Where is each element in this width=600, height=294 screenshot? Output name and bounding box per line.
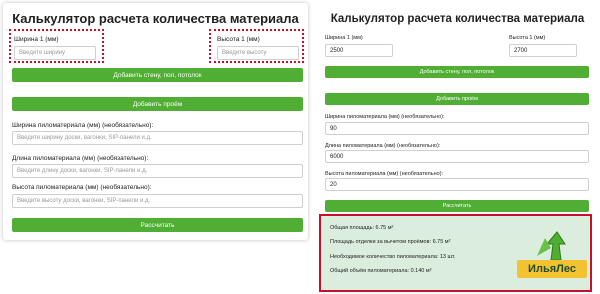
add-opening-button[interactable]: Добавить проём: [325, 93, 589, 105]
add-wall-button[interactable]: Добавить стену, пол, потолок: [325, 66, 589, 78]
width-label: Ширина 1 (мм): [325, 35, 363, 41]
results-panel: Общая площадь: 6.75 м² Площадь отделки з…: [319, 214, 592, 292]
add-opening-button[interactable]: Добавить проём: [12, 97, 303, 111]
lumber-height-label: Высота пиломатериала (мм) (необязательно…: [12, 184, 152, 191]
lumber-width-label: Ширина пиломатериала (мм) (необязательно…: [325, 114, 445, 120]
result-volume: Общий объём пиломатериала: 0.140 м³: [330, 268, 432, 274]
page-title: Калькулятор расчета количества материала: [330, 13, 585, 25]
lumber-length-label: Длина пиломатериала (мм) (необязательно)…: [325, 143, 441, 149]
lumber-length-label: Длина пиломатериала (мм) (необязательно)…: [12, 155, 149, 162]
result-finish-area: Площадь отделки за вычетом проёмов: 6.75…: [330, 239, 451, 245]
company-logo: ИльяЛес: [517, 230, 587, 286]
logo-text: ИльяЛес: [517, 260, 587, 278]
lumber-height-input[interactable]: 20: [325, 178, 589, 191]
calculate-button[interactable]: Рассчитать: [12, 218, 303, 232]
lumber-width-input[interactable]: Введите ширину доски, вагонки, SIP-панел…: [12, 131, 303, 145]
tree-arrow-icon: [537, 231, 566, 261]
page-title: Калькулятор расчета количества материала: [12, 11, 299, 26]
highlight-height-field: [209, 29, 304, 63]
lumber-width-input[interactable]: 90: [325, 122, 589, 135]
highlight-width-field: [9, 29, 104, 63]
add-wall-button[interactable]: Добавить стену, пол, потолок: [12, 68, 303, 82]
lumber-length-input[interactable]: Введите длину доски, вагонки, SIP-панели…: [12, 164, 303, 178]
lumber-height-label: Высота пиломатериала (мм) (необязательно…: [325, 171, 444, 177]
width-input[interactable]: 2500: [325, 44, 393, 57]
lumber-width-label: Ширина пиломатериала (мм) (необязательно…: [12, 122, 154, 129]
height-input[interactable]: 2700: [509, 44, 577, 57]
lumber-height-input[interactable]: Введите высоту доски, вагонки, SIP-панел…: [12, 194, 303, 208]
lumber-length-input[interactable]: 6000: [325, 150, 589, 163]
height-label: Высота 1 (мм): [509, 35, 546, 41]
calculate-button[interactable]: Рассчитать: [325, 200, 589, 212]
result-total-area: Общая площадь: 6.75 м²: [330, 225, 394, 231]
result-quantity: Необходимое количество пиломатериала: 13…: [330, 254, 456, 260]
